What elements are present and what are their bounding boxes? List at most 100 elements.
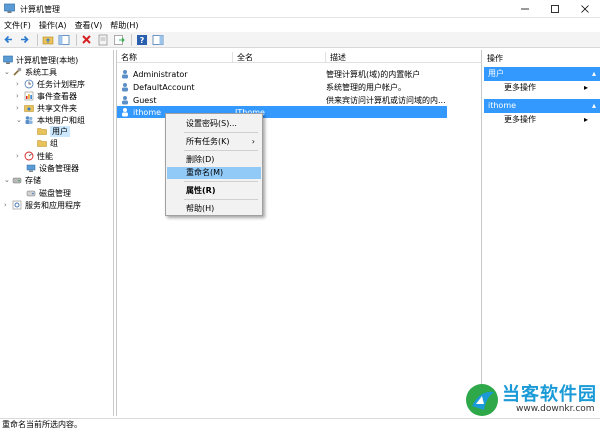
menu-item-rename[interactable]: 重命名(M) (167, 167, 261, 179)
forward-arrow-icon (21, 35, 29, 44)
description-cell: 管理计算机(域)的内置帐户 (326, 69, 421, 79)
users-list-pane: 名称 全名 描述 Administrator 管理计算机(域)的内置帐户 Def… (116, 50, 482, 416)
menu-separator (184, 181, 258, 182)
name-cell: Administrator (117, 69, 233, 79)
submenu-arrow-icon: › (251, 137, 255, 146)
folder-up-icon (42, 36, 53, 44)
more-actions-label: 更多操作 (504, 83, 536, 92)
menu-separator (184, 132, 258, 133)
chevron-down-icon[interactable]: ⌄ (4, 68, 10, 76)
user-icon (122, 108, 128, 117)
tree-item-services-apps[interactable]: › 服务和应用程序 (4, 199, 81, 211)
user-name: Administrator (133, 69, 188, 79)
collapse-arrow-icon[interactable]: ▴ (592, 67, 596, 81)
chevron-down-icon[interactable]: ⌄ (4, 176, 10, 184)
console-tree: 计算机管理(本地) ⌄ 系统工具 › 任务计划程序 › 事件查看器 › 共享文件… (0, 50, 114, 416)
tree-item-disk-management[interactable]: 磁盘管理 (26, 187, 71, 199)
maximize-icon (551, 5, 559, 13)
menu-file[interactable]: 文件(F) (0, 20, 35, 31)
tree-item-storage[interactable]: ⌄ 存储 (4, 174, 41, 186)
menu-item-help[interactable]: 帮助(H) (167, 203, 261, 215)
actions-pane: 操作 用户 ▴ 更多操作 ▸ ithome ▴ 更多操作 ▸ (484, 50, 600, 416)
window-controls (510, 0, 600, 18)
export-list-button[interactable] (112, 33, 125, 46)
context-menu: 设置密码(S)... 所有任务(K) › 删除(D) 重命名(M) 属性(R) … (165, 113, 263, 216)
toolbar-separator (131, 33, 132, 46)
chevron-right-icon[interactable]: › (4, 201, 10, 209)
tree-item-performance[interactable]: › 性能 (16, 150, 53, 162)
delete-button[interactable] (80, 33, 93, 46)
back-button[interactable] (2, 33, 15, 46)
more-actions-label: 更多操作 (504, 115, 536, 124)
action-pane-icon (152, 34, 163, 45)
menu-item-all-tasks[interactable]: 所有任务(K) › (167, 136, 261, 148)
menu-item-properties[interactable]: 属性(R) (167, 185, 261, 197)
menu-item-delete[interactable]: 删除(D) (167, 154, 261, 166)
disk-icon (26, 190, 36, 197)
collapse-arrow-icon[interactable]: ▴ (592, 99, 596, 113)
tree-item-users[interactable]: 用户 (37, 125, 70, 137)
action-pane-toggle-button[interactable] (151, 33, 164, 46)
computer-management-icon (3, 55, 13, 64)
tools-icon (13, 67, 22, 76)
user-icon (122, 96, 128, 105)
up-folder-button[interactable] (41, 33, 54, 46)
maximize-button[interactable] (540, 0, 570, 18)
tree-item-device-manager[interactable]: 设备管理器 (26, 162, 79, 174)
more-actions-link[interactable]: 更多操作 ▸ (504, 82, 588, 94)
description-cell: 系统管理的用户帐户。 (326, 82, 406, 92)
toolbar-separator (76, 33, 77, 46)
tree-item-shared-folders[interactable]: › 共享文件夹 (16, 102, 77, 114)
tree-item-system-tools[interactable]: ⌄ 系统工具 (4, 66, 57, 78)
tree-label: 任务计划程序 (37, 79, 85, 89)
submenu-arrow-icon: ▸ (584, 83, 589, 92)
performance-icon (24, 151, 34, 161)
column-header-fullname[interactable]: 全名 (233, 52, 326, 63)
shared-folder-icon (24, 105, 34, 112)
folder-icon (37, 140, 47, 147)
watermark-logo-icon (466, 384, 498, 416)
more-actions-link[interactable]: 更多操作 ▸ (504, 114, 588, 126)
menu-help[interactable]: 帮助(H) (106, 20, 142, 31)
actions-section-ithome[interactable]: ithome ▴ (484, 99, 600, 113)
user-icon (122, 83, 128, 92)
chevron-right-icon[interactable]: › (16, 104, 22, 112)
tree-item-task-scheduler[interactable]: › 任务计划程序 (16, 78, 85, 90)
chevron-right-icon[interactable]: › (16, 80, 22, 88)
device-manager-icon (26, 164, 36, 172)
tree-item-groups[interactable]: 组 (37, 137, 58, 149)
help-icon: ? (136, 34, 147, 45)
column-header-description[interactable]: 描述 (326, 52, 481, 63)
chevron-right-icon[interactable]: › (16, 92, 22, 100)
menu-item-set-password[interactable]: 设置密码(S)... (167, 118, 261, 130)
section-title: 用户 (488, 69, 504, 78)
menu-view[interactable]: 查看(V) (71, 20, 107, 31)
forward-button[interactable] (18, 33, 31, 46)
chevron-right-icon[interactable]: › (16, 152, 22, 160)
show-hide-tree-button[interactable] (57, 33, 70, 46)
tree-label: 系统工具 (25, 67, 57, 77)
close-button[interactable] (570, 0, 600, 18)
tree-label: 存储 (25, 175, 41, 185)
tree-item-root[interactable]: 计算机管理(本地) (3, 54, 78, 66)
description-cell: 供来宾访问计算机或访问域的内... (326, 95, 446, 105)
list-item[interactable]: Administrator 管理计算机(域)的内置帐户 (117, 68, 447, 80)
chevron-down-icon[interactable]: ⌄ (16, 116, 22, 124)
menu-separator (184, 199, 258, 200)
users-group-icon (25, 116, 33, 124)
help-button[interactable]: ? (135, 33, 148, 46)
tree-item-event-viewer[interactable]: › 事件查看器 (16, 90, 77, 102)
menu-action[interactable]: 操作(A) (35, 20, 71, 31)
svg-text:?: ? (139, 36, 144, 45)
storage-icon (12, 177, 22, 184)
actions-section-users[interactable]: 用户 ▴ (484, 67, 600, 81)
name-cell: Guest (117, 95, 233, 105)
minimize-button[interactable] (510, 0, 540, 18)
section-title: ithome (488, 101, 517, 110)
list-item[interactable]: Guest 供来宾访问计算机或访问域的内... (117, 94, 447, 106)
column-header-name[interactable]: 名称 (117, 52, 233, 63)
user-name: ithome (133, 107, 162, 117)
tree-label: 事件查看器 (37, 91, 77, 101)
list-item[interactable]: DefaultAccount 系统管理的用户帐户。 (117, 81, 447, 93)
properties-button[interactable] (96, 33, 109, 46)
